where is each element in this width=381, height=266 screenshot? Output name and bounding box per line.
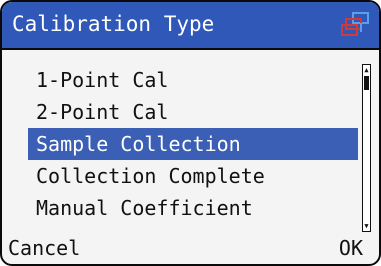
menu-item-collection-complete[interactable]: Collection Complete (28, 160, 358, 192)
screen-title: Calibration Type (12, 12, 215, 36)
scroll-down-icon[interactable]: ▼ (363, 221, 370, 231)
menu-item-sample-collection[interactable]: Sample Collection (28, 128, 358, 160)
cancel-softkey[interactable]: Cancel (8, 233, 80, 263)
calibration-type-list: 1-Point Cal 2-Point Cal Sample Collectio… (28, 64, 358, 224)
scroll-up-icon[interactable]: ▲ (363, 65, 370, 75)
menu-item-manual-coefficient[interactable]: Manual Coefficient (28, 192, 358, 224)
scrollbar[interactable]: ▲ ▼ (362, 64, 371, 232)
ok-softkey[interactable]: OK (339, 233, 363, 263)
title-bar: Calibration Type (2, 2, 379, 50)
calibration-screen: Calibration Type 1-Point Cal 2-Point Cal… (0, 0, 381, 266)
scroll-thumb[interactable] (364, 76, 369, 90)
menu-item-1-point-cal[interactable]: 1-Point Cal (28, 64, 358, 96)
menu-item-2-point-cal[interactable]: 2-Point Cal (28, 96, 358, 128)
network-icon (341, 12, 369, 36)
